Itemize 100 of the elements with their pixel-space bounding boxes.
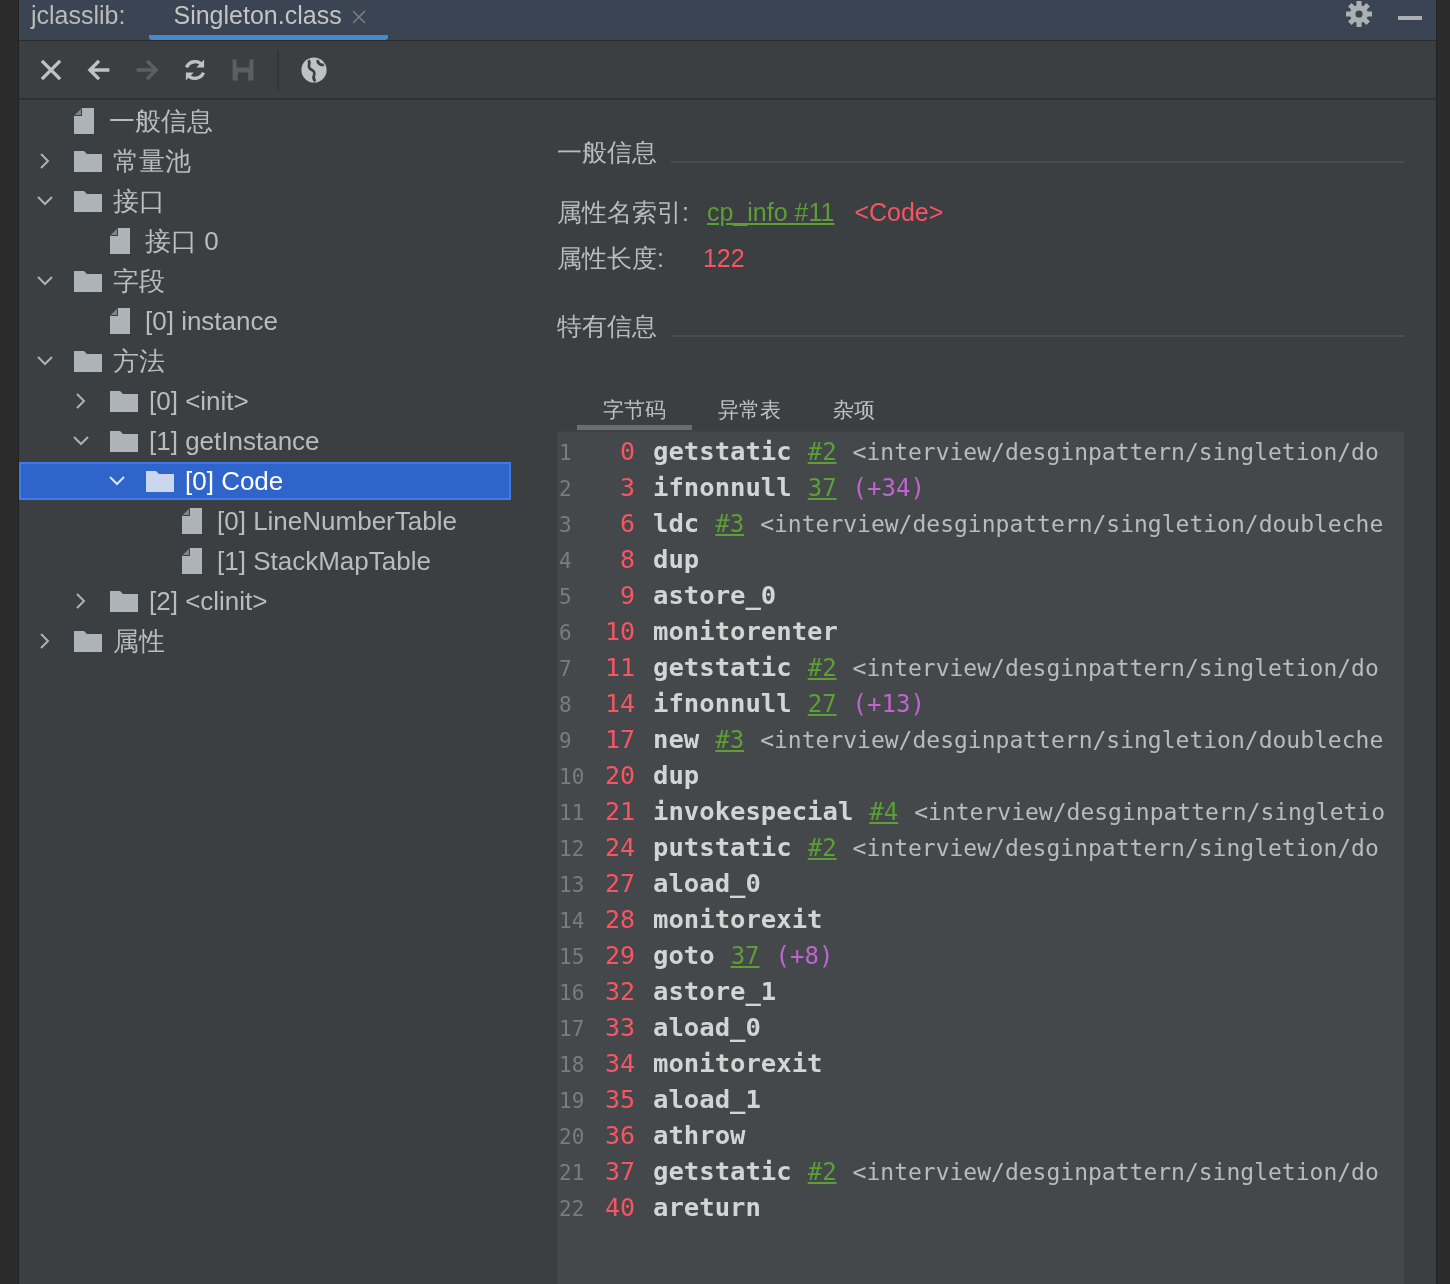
opcode: monitorenter <box>653 616 838 646</box>
opcode: areturn <box>653 1192 761 1222</box>
opcode: dup <box>653 544 700 574</box>
type-comment: <interview/desginpattern/singletion/do <box>852 835 1379 861</box>
bytecode-offset: 14 <box>603 689 635 718</box>
folder-icon <box>73 149 103 173</box>
bytecode-offset: 40 <box>603 1193 635 1222</box>
operand-link[interactable]: 27 <box>807 690 837 718</box>
opcode: putstatic <box>653 832 792 862</box>
type-comment: <interview/desginpattern/singletion/doubleche <box>760 727 1384 753</box>
tree-item[interactable]: 一般信息 <box>19 102 511 140</box>
type-comment: <interview/desginpattern/singletion/do <box>852 439 1379 465</box>
bytecode-offset: 32 <box>603 977 635 1006</box>
tree-item[interactable]: [0] LineNumberTable <box>19 502 511 540</box>
operand-link[interactable]: #2 <box>807 1158 837 1186</box>
type-comment: <interview/desginpattern/singletion/do <box>852 1159 1379 1185</box>
tree-item[interactable]: 接口 <box>19 182 511 220</box>
opcode: monitorexit <box>653 904 823 934</box>
opcode: astore_0 <box>653 580 777 610</box>
opcode: ifnonnull <box>653 472 792 502</box>
bytecode-offset: 33 <box>603 1013 635 1042</box>
bytecode-offset: 37 <box>603 1157 635 1186</box>
bytecode-offset: 20 <box>603 761 635 790</box>
file-icon <box>109 307 131 335</box>
bytecode-offset: 3 <box>618 473 635 502</box>
tree-item[interactable]: 属性 <box>19 622 511 660</box>
operand-link[interactable]: #2 <box>807 834 837 862</box>
branch-offset: (+34) <box>852 474 925 502</box>
operand-link[interactable]: #3 <box>715 510 745 538</box>
opcode: aload_0 <box>653 868 761 898</box>
tree-item[interactable]: 字段 <box>19 262 511 300</box>
file-icon <box>181 507 203 535</box>
folder-icon <box>109 589 139 613</box>
opcode: goto <box>653 940 715 970</box>
type-comment: <interview/desginpattern/singletion/doubleche <box>760 511 1384 537</box>
tree-item[interactable]: [0] Code <box>19 462 511 500</box>
file-tab[interactable]: Singleton.class <box>149 0 388 40</box>
operand-link[interactable]: #4 <box>869 798 899 826</box>
bytecode-offset: 27 <box>603 869 635 898</box>
folder-icon <box>73 349 103 373</box>
tree-item[interactable]: [0] instance <box>19 302 511 340</box>
type-comment: <interview/desginpattern/singletio <box>914 799 1386 825</box>
opcode: athrow <box>653 1120 746 1150</box>
bytecode-offset: 24 <box>603 833 635 862</box>
file-icon <box>73 107 95 135</box>
file-icon <box>109 227 131 255</box>
bytecode-offset: 6 <box>618 509 635 538</box>
operand-link[interactable]: #2 <box>807 438 837 466</box>
bytecode-offset: 36 <box>603 1121 635 1150</box>
tree-item[interactable]: [1] getInstance <box>19 422 511 460</box>
field-label: 属性名索引: <box>557 197 689 228</box>
folder-icon <box>73 189 103 213</box>
field-value: <Code> <box>854 197 944 228</box>
tree-item[interactable]: 方法 <box>19 342 511 380</box>
branch-offset: (+8) <box>775 942 834 970</box>
globe-button[interactable] <box>299 54 329 85</box>
tree-item[interactable]: 接口 0 <box>19 222 511 260</box>
bytecode-offset: 17 <box>603 725 635 754</box>
opcode: aload_1 <box>653 1084 761 1114</box>
opcode: monitorexit <box>653 1048 823 1078</box>
tree-item[interactable]: [0] <init> <box>19 382 511 420</box>
bytecode-offset: 34 <box>603 1049 635 1078</box>
field-value: 122 <box>702 243 745 274</box>
file-icon <box>181 547 203 575</box>
folder-icon <box>109 389 139 413</box>
branch-offset: (+13) <box>852 690 925 718</box>
opcode: getstatic <box>653 436 792 466</box>
bytecode-offset: 28 <box>603 905 635 934</box>
close-icon[interactable] <box>351 10 366 24</box>
opcode: getstatic <box>653 1156 792 1186</box>
section-heading: 一般信息 <box>557 136 657 168</box>
operand-link[interactable]: 37 <box>730 942 760 970</box>
folder-icon <box>73 629 103 653</box>
operand-link[interactable]: 37 <box>807 474 837 502</box>
opcode: new <box>653 724 700 754</box>
type-comment: <interview/desginpattern/singletion/do <box>852 655 1379 681</box>
tree-item[interactable]: 常量池 <box>19 142 511 180</box>
constant-pool-link[interactable]: cp_info #11 <box>706 192 835 232</box>
settings-icon[interactable] <box>1346 1 1372 27</box>
opcode: aload_0 <box>653 1012 761 1042</box>
folder-icon <box>109 429 139 453</box>
tab[interactable]: 异常表 <box>692 390 807 430</box>
opcode: astore_1 <box>653 976 777 1006</box>
bytecode-offset: 10 <box>603 617 635 646</box>
tree-item[interactable]: [1] StackMapTable <box>19 542 511 580</box>
opcode: ldc <box>653 508 700 538</box>
bytecode-offset: 0 <box>618 437 635 466</box>
opcode: getstatic <box>653 652 792 682</box>
app-title: jclasslib: <box>29 0 126 31</box>
folder-icon <box>73 269 103 293</box>
opcode: invokespecial <box>653 796 854 826</box>
opcode: dup <box>653 760 700 790</box>
tree-item[interactable]: [2] <clinit> <box>19 582 511 620</box>
operand-link[interactable]: #2 <box>807 654 837 682</box>
bytecode-offset: 8 <box>618 545 635 574</box>
tab[interactable]: 杂项 <box>807 390 901 430</box>
bytecode-offset: 29 <box>603 941 635 970</box>
field-label: 属性长度: <box>557 243 665 274</box>
operand-link[interactable]: #3 <box>715 726 745 754</box>
bytecode-offset: 9 <box>618 581 635 610</box>
